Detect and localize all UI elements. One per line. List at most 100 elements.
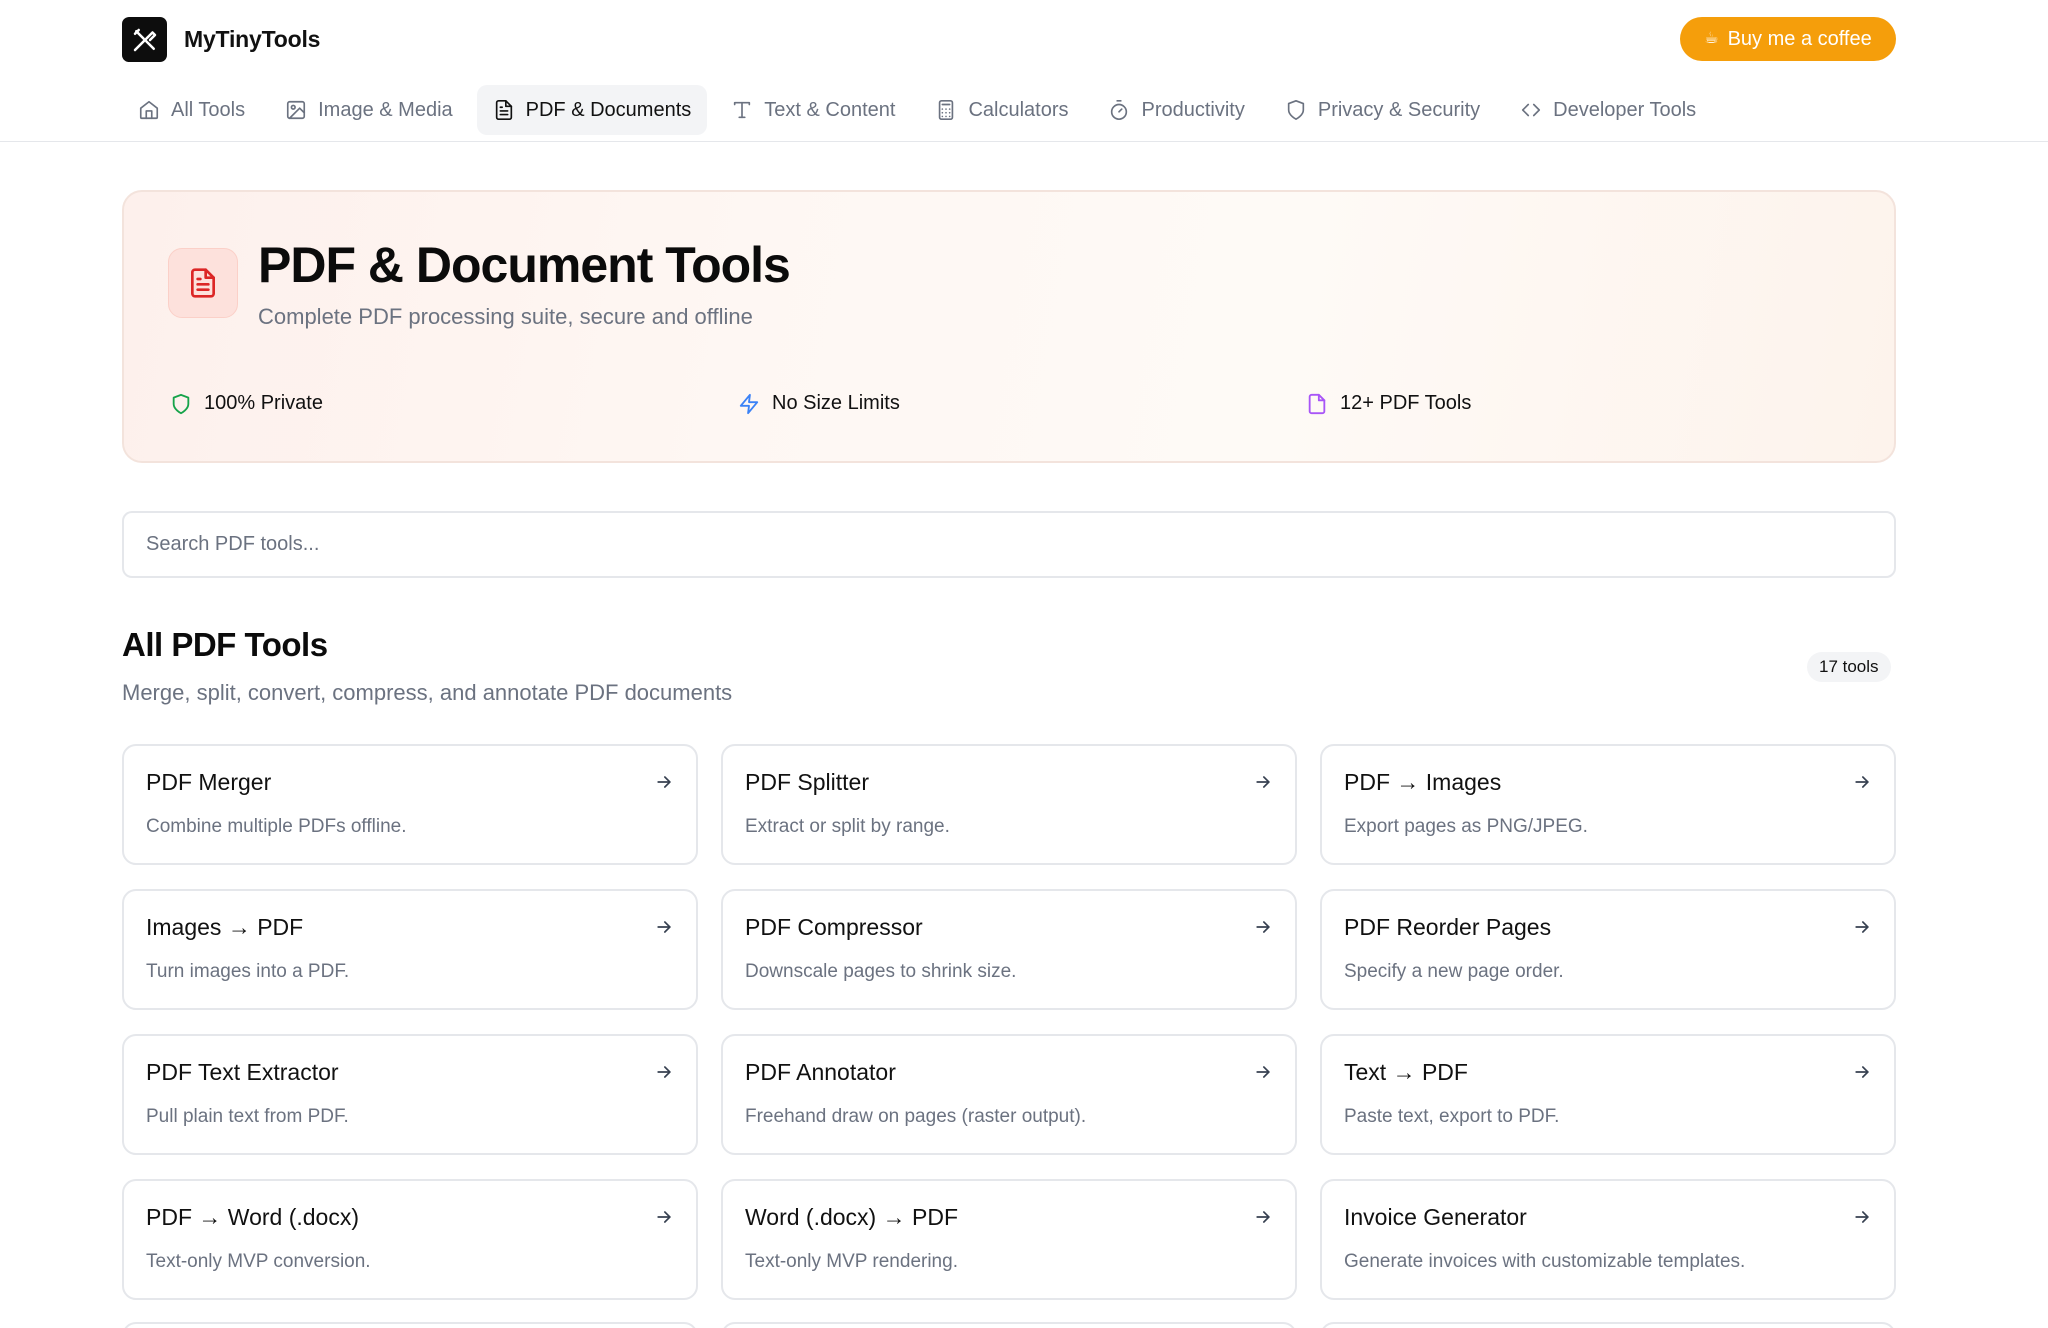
tool-card-title: Invoice Generator [1344,1204,1527,1230]
tool-card-title: Text → PDF [1344,1059,1468,1085]
tool-card-pdf-annotator[interactable]: PDF Annotator Freehand draw on pages (ra… [721,1034,1297,1155]
arrow-right-icon [1855,776,1869,788]
code-icon [1522,103,1541,117]
tool-card-title: Word (.docx) → PDF [745,1204,958,1230]
nav-item-developer-tools[interactable]: Developer Tools [1504,85,1712,135]
tool-card-invoice-generator[interactable]: Invoice Generator Generate invoices with… [1320,1179,1896,1300]
arrow-right-icon [1256,1066,1270,1078]
page-title: PDF & Document Tools [258,237,791,293]
brand-name: MyTinyTools [184,26,321,52]
tool-count-badge: 17 tools [1807,652,1891,682]
category-nav: All Tools Image & Media PDF & Documents … [122,85,1712,135]
calculator-icon [939,100,954,120]
page: MyTinyTools ☕ Buy me a coffee All Tools … [0,0,2048,1328]
tool-card-title: PDF Compressor [745,914,923,940]
tool-card-word-to-pdf[interactable]: Word (.docx) → PDF Text-only MVP renderi… [721,1179,1297,1300]
timer-icon [1111,100,1128,120]
tool-card-description: Freehand draw on pages (raster output). [745,1106,1087,1127]
feature-no-size-limits: No Size Limits [738,392,900,415]
feature-label: 100% Private [204,392,323,414]
coffee-cup-icon: ☕ [1704,30,1719,47]
tool-card[interactable] [1320,1322,1896,1328]
search-input[interactable] [124,513,1894,576]
nav-item-calculators[interactable]: Calculators [919,85,1084,135]
nav-item-label: PDF & Documents [525,98,692,121]
tool-card-pdf-compressor[interactable]: PDF Compressor Downscale pages to shrink… [721,889,1297,1010]
nav-item-all-tools[interactable]: All Tools [122,85,261,135]
text-icon [734,101,751,119]
arrow-right-icon [1256,921,1270,933]
tool-card-title: PDF Reorder Pages [1344,914,1552,940]
coffee-button-label: Buy me a coffee [1727,27,1872,50]
tool-card-description: Turn images into a PDF. [146,961,350,982]
tool-grid-next-row [122,1322,1896,1328]
tool-card-text-to-pdf[interactable]: Text → PDF Paste text, export to PDF. [1320,1034,1896,1155]
arrow-right-icon [1256,1211,1270,1223]
tool-card-title: PDF Merger [146,769,272,795]
nav-item-productivity[interactable]: Productivity [1092,85,1260,135]
feature-label: No Size Limits [772,392,900,414]
arrow-right-icon [1855,1211,1869,1223]
tool-card-pdf-to-images[interactable]: PDF → Images Export pages as PNG/JPEG. [1320,744,1896,865]
tool-card[interactable] [721,1322,1297,1328]
arrow-right-icon [1855,1066,1869,1078]
arrow-right-icon [1256,776,1270,788]
page-subtitle: Complete PDF processing suite, secure an… [258,304,753,329]
tool-card-description: Specify a new page order. [1344,961,1564,982]
section-title: All PDF Tools [122,626,328,663]
tool-card-description: Paste text, export to PDF. [1344,1106,1560,1127]
home-icon [139,100,159,120]
tool-card-title: PDF → Word (.docx) [146,1204,359,1230]
search-box [122,511,1896,578]
nav-item-label: Calculators [968,98,1069,121]
buy-me-a-coffee-button[interactable]: ☕ Buy me a coffee [1680,17,1896,61]
nav-item-label: All Tools [171,98,246,121]
lightning-icon [739,393,759,414]
arrow-right-icon [1855,921,1869,933]
tool-card-description: Text-only MVP rendering. [745,1251,958,1272]
tool-card-description: Downscale pages to shrink size. [745,961,1017,982]
hero-banner: PDF & Document Tools Complete PDF proces… [122,190,1896,463]
nav-item-image-media[interactable]: Image & Media [269,85,469,135]
tool-card-title: PDF Annotator [745,1059,896,1085]
tool-grid: PDF Merger Combine multiple PDFs offline… [122,744,1896,1300]
nav-item-label: Image & Media [318,98,453,121]
tool-card-pdf-splitter[interactable]: PDF Splitter Extract or split by range. [721,744,1297,865]
nav-item-text-content[interactable]: Text & Content [715,85,911,135]
pdf-document-icon [168,248,238,318]
feature-label: 12+ PDF Tools [1340,392,1472,414]
tool-card-description: Export pages as PNG/JPEG. [1344,816,1588,837]
tool-card-pdf-merger[interactable]: PDF Merger Combine multiple PDFs offline… [122,744,698,865]
nav-item-pdf-documents[interactable]: PDF & Documents [476,85,708,135]
tool-card-title: PDF Text Extractor [146,1059,339,1085]
feature-private: 100% Private [170,392,323,415]
section-subtitle: Merge, split, convert, compress, and ann… [122,680,733,705]
brand-logo-icon [122,17,167,62]
nav-item-label: Privacy & Security [1317,98,1481,121]
tool-card-title: PDF → Images [1344,769,1502,795]
document-icon [495,100,512,120]
tool-card[interactable] [122,1322,698,1328]
arrow-right-icon [657,1211,671,1223]
tool-card-description: Extract or split by range. [745,816,950,837]
tool-card-pdf-to-word[interactable]: PDF → Word (.docx) Text-only MVP convers… [122,1179,698,1300]
tool-card-title: Images → PDF [146,914,304,940]
shield-icon [172,393,190,414]
nav-item-label: Productivity [1141,98,1245,121]
feature-pdf-tools-count: 12+ PDF Tools [1306,392,1471,415]
tool-card-description: Combine multiple PDFs offline. [146,816,407,837]
nav-item-label: Developer Tools [1553,98,1697,121]
tool-card-description: Pull plain text from PDF. [146,1106,349,1127]
arrow-right-icon [657,921,671,933]
shield-icon [1287,100,1305,120]
tool-card-description: Generate invoices with customizable temp… [1344,1251,1746,1272]
image-icon [287,100,306,120]
brand[interactable]: MyTinyTools [122,17,320,62]
arrow-right-icon [657,776,671,788]
tool-card-pdf-text-extractor[interactable]: PDF Text Extractor Pull plain text from … [122,1034,698,1155]
tool-card-title: PDF Splitter [745,769,869,795]
tool-card-pdf-reorder-pages[interactable]: PDF Reorder Pages Specify a new page ord… [1320,889,1896,1010]
tool-card-images-to-pdf[interactable]: Images → PDF Turn images into a PDF. [122,889,698,1010]
top-bar: MyTinyTools ☕ Buy me a coffee All Tools … [0,0,2048,142]
nav-item-privacy-security[interactable]: Privacy & Security [1269,85,1496,135]
